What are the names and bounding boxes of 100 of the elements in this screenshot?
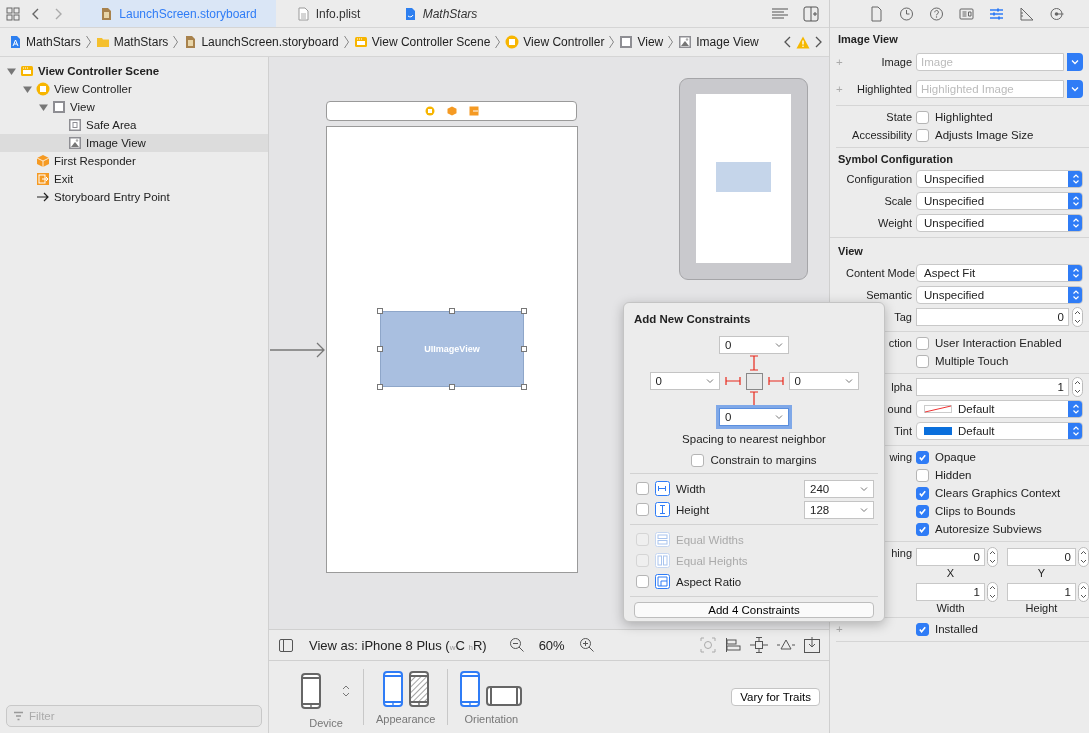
- lines-icon[interactable]: [771, 6, 789, 21]
- resize-handle[interactable]: [521, 384, 527, 390]
- landscape-phone-icon[interactable]: [486, 686, 523, 706]
- stepper[interactable]: [1078, 582, 1089, 602]
- grid-icon[interactable]: [6, 6, 20, 21]
- number-field[interactable]: 0: [916, 308, 1069, 326]
- checkbox[interactable]: [636, 482, 649, 495]
- add-editor-icon[interactable]: [803, 5, 819, 22]
- breadcrumb-item[interactable]: View Controller: [505, 35, 605, 49]
- file-icon[interactable]: [868, 4, 885, 23]
- dropdown-button[interactable]: [1067, 52, 1083, 71]
- resize-handle[interactable]: [521, 308, 527, 314]
- popup-button[interactable]: Unspecified: [916, 192, 1083, 210]
- stepper[interactable]: [1072, 307, 1083, 327]
- breadcrumb-item[interactable]: Image View: [678, 35, 759, 49]
- number-field[interactable]: 0: [916, 548, 985, 566]
- spacing-constraint-icon[interactable]: [749, 390, 759, 408]
- editor-tab[interactable]: Info.plist: [276, 0, 380, 27]
- align-icon[interactable]: [725, 637, 741, 653]
- breadcrumb-item[interactable]: View Controller Scene: [353, 35, 491, 49]
- number-field[interactable]: 1: [1007, 583, 1076, 601]
- checkbox[interactable]: [636, 503, 649, 516]
- checkbox[interactable]: [916, 110, 929, 124]
- resolve-issues-icon[interactable]: [777, 637, 795, 653]
- dropdown-button[interactable]: [1067, 79, 1083, 98]
- number-field[interactable]: 1: [916, 583, 985, 601]
- checkbox[interactable]: [916, 504, 929, 518]
- up-down-chevron-icon[interactable]: [341, 683, 351, 699]
- number-field[interactable]: 0: [1007, 548, 1076, 566]
- popup-button[interactable]: Unspecified: [916, 214, 1083, 232]
- breadcrumb-item[interactable]: MathStars: [8, 35, 81, 49]
- color-popup-button[interactable]: Default: [916, 422, 1083, 440]
- add-constraints-button[interactable]: Add 4 Constraints: [634, 602, 874, 618]
- stepper[interactable]: [1072, 377, 1083, 397]
- checkbox[interactable]: [691, 453, 705, 467]
- sidebar-toggle-icon[interactable]: [279, 638, 293, 652]
- resize-handle[interactable]: [449, 308, 455, 314]
- checkbox[interactable]: [916, 450, 929, 464]
- resize-handle[interactable]: [377, 384, 383, 390]
- phone-icon[interactable]: [408, 671, 429, 707]
- clock-icon[interactable]: [898, 4, 915, 23]
- vary-for-traits-button[interactable]: Vary for Traits: [731, 688, 820, 706]
- embed-icon[interactable]: [804, 637, 820, 653]
- outline-item[interactable]: View Controller Scene: [0, 62, 268, 80]
- resize-handle[interactable]: [377, 308, 383, 314]
- add-constraints-icon[interactable]: [750, 637, 768, 653]
- spacing-constraint-icon[interactable]: [766, 376, 785, 386]
- cube-icon[interactable]: [446, 106, 457, 116]
- checkbox[interactable]: [916, 486, 929, 500]
- outline-item[interactable]: View: [0, 98, 268, 116]
- stepper[interactable]: [987, 582, 998, 602]
- back-icon[interactable]: [783, 35, 792, 49]
- stepper[interactable]: [987, 547, 998, 567]
- spacing-constraint-icon[interactable]: [723, 376, 742, 386]
- breadcrumb-item[interactable]: View: [619, 35, 664, 49]
- outline-item[interactable]: Storyboard Entry Point: [0, 188, 268, 206]
- breadcrumb-item[interactable]: MathStars: [95, 35, 169, 49]
- spacing-constraint-icon[interactable]: [749, 354, 759, 372]
- spacing-field[interactable]: 0: [719, 408, 789, 426]
- popup-button[interactable]: Unspecified: [916, 170, 1083, 188]
- popup-button[interactable]: Aspect Fit: [916, 264, 1083, 282]
- outline-item[interactable]: View Controller: [0, 80, 268, 98]
- breadcrumb-item[interactable]: LaunchScreen.storyboard: [183, 35, 339, 49]
- disclosure-triangle-icon[interactable]: [6, 66, 16, 76]
- outline-item[interactable]: Safe Area: [0, 116, 268, 134]
- spacing-field[interactable]: 0: [719, 336, 789, 354]
- checkbox[interactable]: [916, 468, 929, 482]
- checkbox[interactable]: [916, 622, 929, 636]
- spacing-field[interactable]: 0: [649, 372, 720, 390]
- checkbox[interactable]: [636, 575, 649, 588]
- stepper[interactable]: [1078, 547, 1089, 567]
- disclosure-triangle-icon[interactable]: [22, 84, 32, 94]
- disclosure-triangle-icon[interactable]: [38, 102, 48, 112]
- outline-item[interactable]: Image View: [0, 134, 268, 152]
- resize-handle[interactable]: [521, 346, 527, 352]
- exit-icon[interactable]: [468, 106, 479, 116]
- outline-item[interactable]: First Responder: [0, 152, 268, 170]
- checkbox[interactable]: [916, 354, 929, 368]
- phone-icon[interactable]: [382, 671, 403, 707]
- chevron-down-icon: [705, 378, 714, 384]
- checkbox[interactable]: [916, 128, 929, 142]
- checkbox-label: User Interaction Enabled: [935, 337, 1062, 349]
- phone-icon[interactable]: [460, 671, 481, 707]
- spacing-field[interactable]: 0: [788, 372, 859, 390]
- checkbox[interactable]: [916, 522, 929, 536]
- forward-icon[interactable]: [814, 35, 823, 49]
- size-field[interactable]: 128: [804, 500, 874, 519]
- zoom-in-icon[interactable]: [578, 637, 595, 653]
- color-popup-button[interactable]: Default: [916, 400, 1083, 418]
- outline-item[interactable]: Exit: [0, 170, 268, 188]
- help-icon[interactable]: [928, 4, 945, 23]
- resize-handle[interactable]: [377, 346, 383, 352]
- zoom-out-icon[interactable]: [508, 637, 525, 653]
- resize-handle[interactable]: [449, 384, 455, 390]
- checkbox[interactable]: [916, 336, 929, 350]
- size-field[interactable]: 240: [804, 479, 874, 498]
- editor-tab[interactable]: MathStars: [380, 0, 500, 27]
- popup-button[interactable]: Unspecified: [916, 286, 1083, 304]
- number-field[interactable]: 1: [916, 378, 1069, 396]
- phone-icon[interactable]: [301, 673, 321, 709]
